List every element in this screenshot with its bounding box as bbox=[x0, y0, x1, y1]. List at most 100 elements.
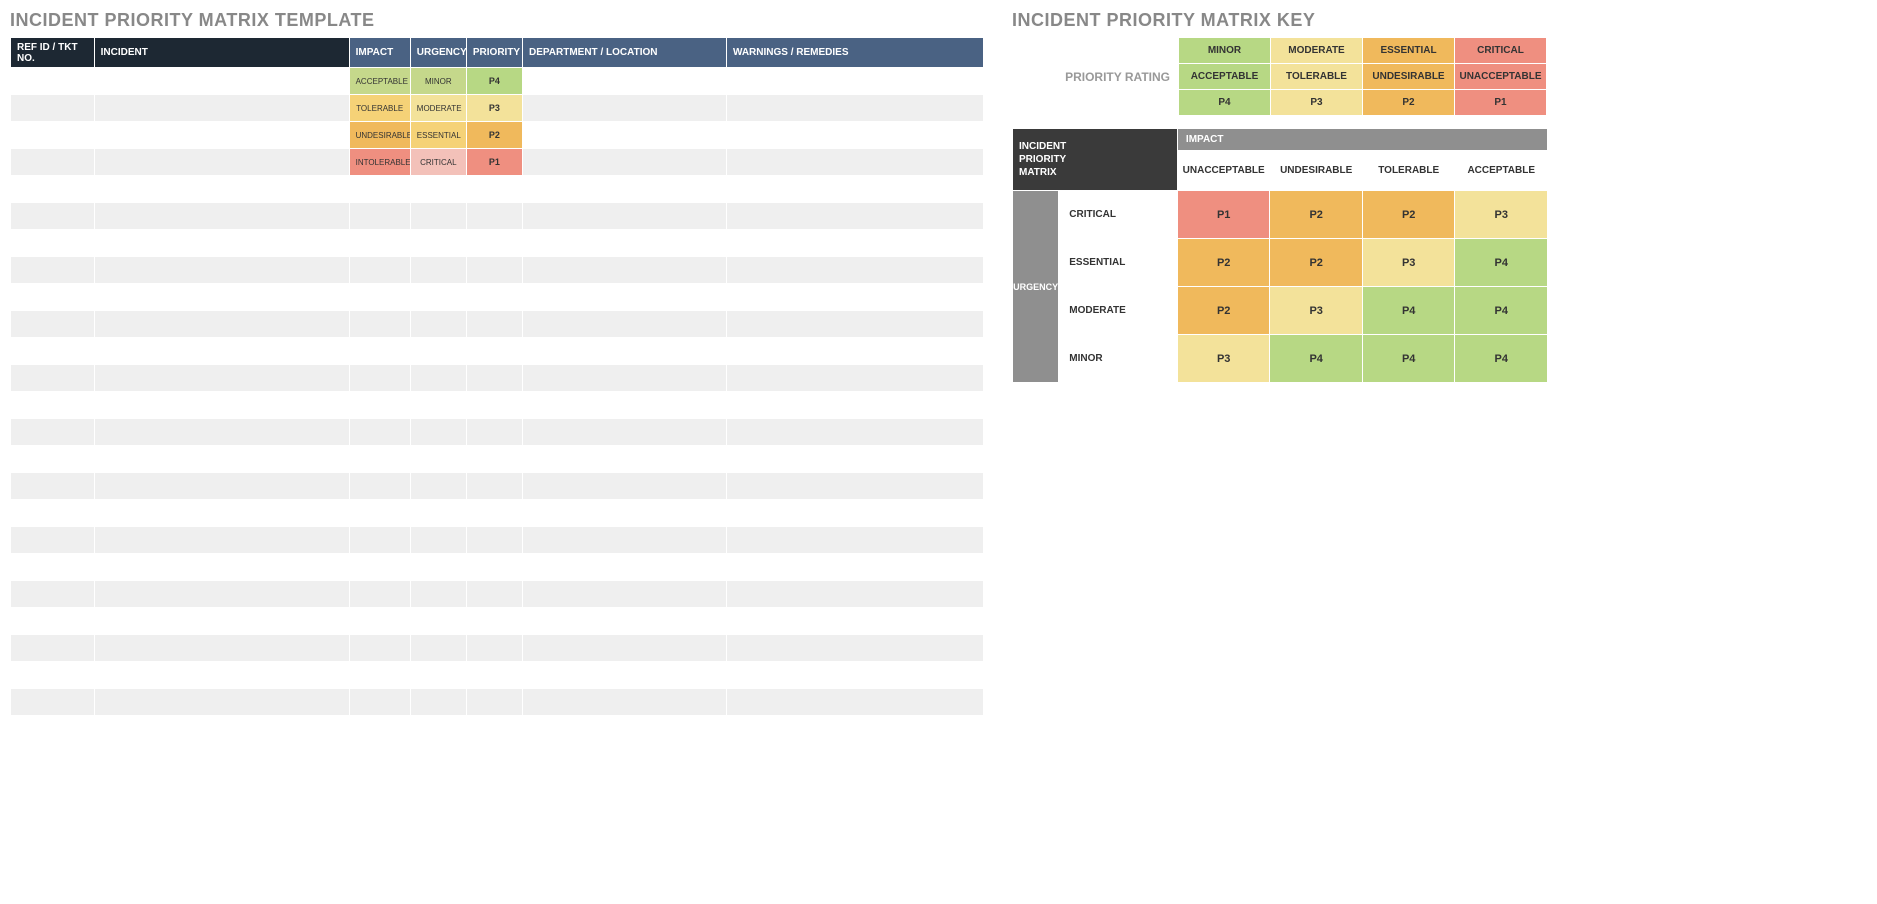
cell-urgency[interactable] bbox=[410, 527, 466, 554]
table-row[interactable] bbox=[11, 392, 984, 419]
cell-department[interactable] bbox=[522, 527, 726, 554]
cell-priority[interactable]: P2 bbox=[466, 122, 522, 149]
cell-incident[interactable] bbox=[94, 257, 349, 284]
table-row[interactable]: TOLERABLEMODERATEP3 bbox=[11, 95, 984, 122]
cell-priority[interactable] bbox=[466, 446, 522, 473]
cell-department[interactable] bbox=[522, 284, 726, 311]
cell-priority[interactable]: P4 bbox=[466, 68, 522, 95]
cell-warnings[interactable] bbox=[726, 689, 983, 716]
cell-incident[interactable] bbox=[94, 473, 349, 500]
cell-urgency[interactable] bbox=[410, 365, 466, 392]
cell-warnings[interactable] bbox=[726, 149, 983, 176]
cell-urgency[interactable] bbox=[410, 338, 466, 365]
cell-ref[interactable] bbox=[11, 284, 95, 311]
cell-department[interactable] bbox=[522, 689, 726, 716]
cell-urgency[interactable] bbox=[410, 554, 466, 581]
cell-priority[interactable] bbox=[466, 203, 522, 230]
cell-priority[interactable] bbox=[466, 257, 522, 284]
cell-ref[interactable] bbox=[11, 365, 95, 392]
cell-department[interactable] bbox=[522, 662, 726, 689]
cell-ref[interactable] bbox=[11, 338, 95, 365]
cell-urgency[interactable] bbox=[410, 635, 466, 662]
cell-incident[interactable] bbox=[94, 635, 349, 662]
cell-department[interactable] bbox=[522, 500, 726, 527]
cell-urgency[interactable]: MODERATE bbox=[410, 95, 466, 122]
cell-urgency[interactable] bbox=[410, 608, 466, 635]
cell-priority[interactable] bbox=[466, 662, 522, 689]
cell-priority[interactable] bbox=[466, 365, 522, 392]
table-row[interactable] bbox=[11, 527, 984, 554]
cell-warnings[interactable] bbox=[726, 365, 983, 392]
cell-department[interactable] bbox=[522, 203, 726, 230]
cell-impact[interactable] bbox=[349, 203, 410, 230]
cell-department[interactable] bbox=[522, 338, 726, 365]
cell-department[interactable] bbox=[522, 365, 726, 392]
cell-ref[interactable] bbox=[11, 392, 95, 419]
cell-warnings[interactable] bbox=[726, 473, 983, 500]
cell-department[interactable] bbox=[522, 446, 726, 473]
cell-urgency[interactable] bbox=[410, 257, 466, 284]
cell-ref[interactable] bbox=[11, 311, 95, 338]
cell-incident[interactable] bbox=[94, 176, 349, 203]
cell-priority[interactable] bbox=[466, 554, 522, 581]
cell-incident[interactable] bbox=[94, 689, 349, 716]
cell-warnings[interactable] bbox=[726, 257, 983, 284]
cell-department[interactable] bbox=[522, 176, 726, 203]
cell-incident[interactable] bbox=[94, 392, 349, 419]
cell-impact[interactable] bbox=[349, 635, 410, 662]
table-row[interactable] bbox=[11, 608, 984, 635]
cell-warnings[interactable] bbox=[726, 446, 983, 473]
cell-urgency[interactable]: CRITICAL bbox=[410, 149, 466, 176]
cell-priority[interactable] bbox=[466, 311, 522, 338]
cell-incident[interactable] bbox=[94, 500, 349, 527]
cell-ref[interactable] bbox=[11, 689, 95, 716]
cell-ref[interactable] bbox=[11, 608, 95, 635]
cell-priority[interactable]: P3 bbox=[466, 95, 522, 122]
cell-impact[interactable]: INTOLERABLE bbox=[349, 149, 410, 176]
cell-ref[interactable] bbox=[11, 635, 95, 662]
cell-department[interactable] bbox=[522, 230, 726, 257]
cell-incident[interactable] bbox=[94, 284, 349, 311]
cell-department[interactable] bbox=[522, 581, 726, 608]
cell-warnings[interactable] bbox=[726, 122, 983, 149]
table-row[interactable] bbox=[11, 554, 984, 581]
cell-urgency[interactable] bbox=[410, 203, 466, 230]
cell-warnings[interactable] bbox=[726, 176, 983, 203]
cell-department[interactable] bbox=[522, 635, 726, 662]
cell-priority[interactable] bbox=[466, 581, 522, 608]
cell-priority[interactable] bbox=[466, 284, 522, 311]
cell-impact[interactable] bbox=[349, 554, 410, 581]
cell-ref[interactable] bbox=[11, 95, 95, 122]
cell-warnings[interactable] bbox=[726, 230, 983, 257]
cell-impact[interactable] bbox=[349, 689, 410, 716]
cell-ref[interactable] bbox=[11, 473, 95, 500]
cell-incident[interactable] bbox=[94, 95, 349, 122]
cell-warnings[interactable] bbox=[726, 95, 983, 122]
cell-ref[interactable] bbox=[11, 149, 95, 176]
cell-warnings[interactable] bbox=[726, 338, 983, 365]
cell-ref[interactable] bbox=[11, 122, 95, 149]
table-row[interactable] bbox=[11, 311, 984, 338]
cell-urgency[interactable] bbox=[410, 473, 466, 500]
cell-ref[interactable] bbox=[11, 203, 95, 230]
table-row[interactable] bbox=[11, 581, 984, 608]
cell-department[interactable] bbox=[522, 554, 726, 581]
table-row[interactable] bbox=[11, 635, 984, 662]
table-row[interactable]: UNDESIRABLEESSENTIALP2 bbox=[11, 122, 984, 149]
cell-impact[interactable]: ACCEPTABLE bbox=[349, 68, 410, 95]
cell-priority[interactable] bbox=[466, 176, 522, 203]
cell-ref[interactable] bbox=[11, 500, 95, 527]
cell-priority[interactable]: P1 bbox=[466, 149, 522, 176]
cell-urgency[interactable]: ESSENTIAL bbox=[410, 122, 466, 149]
table-row[interactable] bbox=[11, 338, 984, 365]
cell-warnings[interactable] bbox=[726, 68, 983, 95]
cell-impact[interactable] bbox=[349, 581, 410, 608]
cell-urgency[interactable] bbox=[410, 176, 466, 203]
cell-ref[interactable] bbox=[11, 230, 95, 257]
cell-department[interactable] bbox=[522, 392, 726, 419]
table-row[interactable] bbox=[11, 419, 984, 446]
cell-warnings[interactable] bbox=[726, 608, 983, 635]
cell-urgency[interactable] bbox=[410, 392, 466, 419]
cell-department[interactable] bbox=[522, 95, 726, 122]
cell-priority[interactable] bbox=[466, 500, 522, 527]
